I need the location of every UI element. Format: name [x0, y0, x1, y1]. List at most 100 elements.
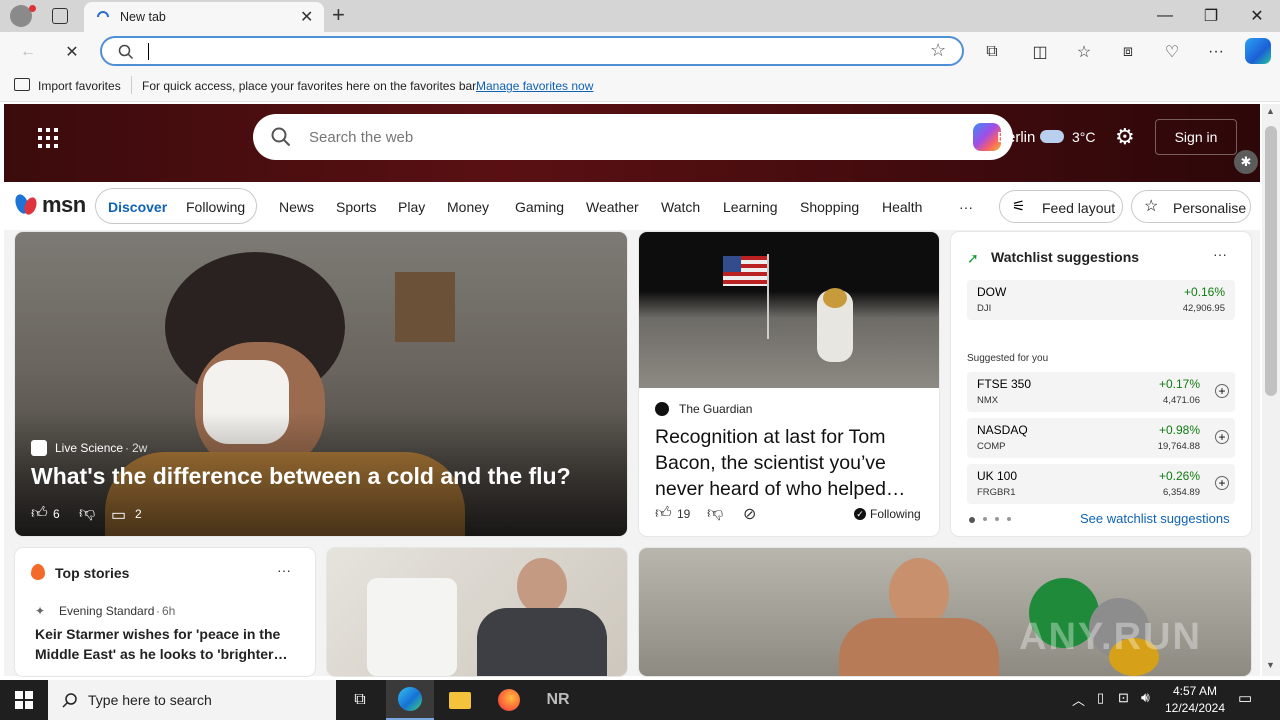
browser-essentials-icon[interactable]: ♡: [1160, 40, 1184, 64]
minimize-icon[interactable]: —: [1142, 0, 1188, 32]
favorite-star-icon[interactable]: ☆: [930, 40, 946, 61]
msn-header: Search the web Berlin 3°C ⚙ Sign in ✱: [4, 104, 1260, 182]
tab-new[interactable]: New tab ✕: [84, 2, 324, 32]
task-view-icon[interactable]: ⧉: [336, 680, 384, 720]
firefox-icon[interactable]: [485, 680, 533, 720]
restore-icon[interactable]: ❐: [1188, 0, 1234, 32]
stop-loading-icon[interactable]: ✕: [60, 40, 84, 64]
nr-app-icon[interactable]: NR: [534, 680, 582, 720]
comments-off-icon[interactable]: ⊘: [743, 504, 756, 524]
nav-learning[interactable]: Learning: [723, 199, 778, 215]
top-story-headline[interactable]: Keir Starmer wishes for 'peace in the Mi…: [35, 624, 301, 664]
new-tab-icon[interactable]: +: [332, 2, 345, 28]
stairlift-story-card[interactable]: [327, 548, 627, 676]
watchlist-row[interactable]: NASDAQ COMP +0.98% 19,764.88 +: [967, 418, 1235, 458]
back-icon[interactable]: ←: [16, 40, 40, 64]
comment-icon[interactable]: ▭: [111, 505, 126, 525]
sign-in-button[interactable]: Sign in: [1155, 119, 1237, 155]
msn-logo-text[interactable]: msn: [42, 192, 86, 218]
app-launcher-icon[interactable]: [38, 128, 58, 148]
top-story-source[interactable]: Evening Standard: [59, 604, 154, 618]
notifications-icon[interactable]: ▭: [1238, 689, 1252, 707]
weather-city[interactable]: Berlin: [997, 129, 1035, 146]
taskbar-search-placeholder: Type here to search: [88, 692, 212, 708]
thumbs-up-icon[interactable]: 👍︎: [655, 504, 672, 523]
nav-gaming[interactable]: Gaming: [515, 199, 564, 215]
web-search-box[interactable]: Search the web: [253, 114, 1013, 160]
top-stories-more-icon[interactable]: ···: [277, 562, 291, 578]
gym-story-card[interactable]: ANY.RUN: [639, 548, 1251, 676]
taskbar-search-box[interactable]: Type here to search: [48, 680, 336, 720]
watchlist-row[interactable]: FTSE 350 NMX +0.17% 4,471.06 +: [967, 372, 1235, 412]
watchlist-row-main[interactable]: DOW DJI +0.16% 42,906.95: [967, 280, 1235, 320]
guardian-headline[interactable]: Recognition at last for Tom Bacon, the s…: [655, 424, 931, 502]
following-label[interactable]: Following: [870, 507, 921, 521]
windows-start-icon[interactable]: [0, 680, 48, 720]
collections-icon[interactable]: ⧈: [1116, 40, 1140, 64]
add-to-watchlist-icon[interactable]: +: [1215, 476, 1229, 490]
nav-health[interactable]: Health: [882, 199, 922, 215]
copilot-icon[interactable]: [1245, 38, 1271, 64]
add-to-watchlist-icon[interactable]: +: [1215, 430, 1229, 444]
weather-temperature[interactable]: 3°C: [1072, 129, 1096, 145]
stock-value: 4,471.06: [1163, 395, 1200, 406]
background-theme-icon[interactable]: ✱: [1234, 150, 1258, 174]
hero-headline[interactable]: What's the difference between a cold and…: [31, 463, 571, 490]
window-close-icon[interactable]: ✕: [1234, 0, 1280, 32]
nav-shopping[interactable]: Shopping: [800, 199, 859, 215]
stock-name: DOW: [977, 285, 1007, 299]
manage-favorites-link[interactable]: Manage favorites now: [476, 79, 593, 93]
page-scrollbar[interactable]: ▲ ▼: [1262, 104, 1280, 676]
split-screen-icon[interactable]: ◫: [1028, 40, 1052, 64]
nav-more-icon[interactable]: ···: [959, 199, 973, 215]
nav-news[interactable]: News: [279, 199, 314, 215]
carousel-dots[interactable]: [969, 517, 1013, 523]
nav-sports[interactable]: Sports: [336, 199, 376, 215]
network-icon[interactable]: ⊡: [1118, 690, 1129, 706]
edge-taskbar-icon[interactable]: [386, 680, 434, 720]
nav-weather[interactable]: Weather: [586, 199, 639, 215]
tab-following[interactable]: Following: [186, 199, 245, 215]
loading-spinner-icon: [97, 11, 109, 18]
tab-close-icon[interactable]: ✕: [300, 7, 313, 27]
favorites-icon[interactable]: ☆: [1072, 40, 1096, 64]
stock-value: 42,906.95: [1182, 303, 1225, 314]
stock-change: +0.26%: [1158, 469, 1200, 483]
nav-watch[interactable]: Watch: [661, 199, 700, 215]
scrollbar-thumb[interactable]: [1265, 126, 1277, 396]
watchlist-card: ➚ Watchlist suggestions ··· DOW DJI +0.1…: [951, 232, 1251, 536]
clock-date[interactable]: 12/24/2024: [1162, 701, 1228, 715]
watchlist-row[interactable]: UK 100 FRGBR1 +0.26% 6,354.89 +: [967, 464, 1235, 504]
top-story-dot: ·: [156, 604, 160, 618]
file-explorer-icon[interactable]: [436, 680, 484, 720]
add-to-watchlist-icon[interactable]: +: [1215, 384, 1229, 398]
thumbs-up-icon[interactable]: 👍︎: [31, 504, 48, 523]
nav-money[interactable]: Money: [447, 199, 489, 215]
hero-story-card[interactable]: Live Science · 2w What's the difference …: [15, 232, 627, 536]
address-bar[interactable]: ☆: [100, 36, 964, 66]
guardian-source[interactable]: The Guardian: [679, 402, 752, 416]
tab-discover[interactable]: Discover: [108, 199, 167, 215]
see-watchlist-link[interactable]: See watchlist suggestions: [1080, 511, 1230, 526]
gear-icon[interactable]: ⚙: [1115, 124, 1135, 150]
thumbs-down-icon[interactable]: 👎︎: [707, 504, 723, 523]
hero-source[interactable]: Live Science: [55, 441, 123, 455]
thumbs-down-icon[interactable]: 👎︎: [79, 504, 95, 523]
show-hidden-icons[interactable]: ︿: [1072, 690, 1085, 709]
personalise-button[interactable]: ☆ Personalise: [1131, 190, 1251, 223]
volume-icon[interactable]: 🔊︎: [1141, 689, 1150, 706]
nav-play[interactable]: Play: [398, 199, 425, 215]
extensions-icon[interactable]: ⧉: [980, 40, 1004, 64]
stock-ticker: DJI: [977, 303, 992, 314]
trend-up-icon: ➚: [967, 250, 979, 266]
feed-layout-button[interactable]: ⚟ Feed layout: [999, 190, 1123, 223]
settings-more-icon[interactable]: ···: [1204, 40, 1228, 64]
clock-time[interactable]: 4:57 AM: [1165, 684, 1225, 698]
watchlist-more-icon[interactable]: ···: [1213, 246, 1227, 262]
device-icon[interactable]: ▯: [1097, 690, 1104, 706]
evening-standard-logo-icon: ✦: [35, 604, 46, 618]
guardian-story-card[interactable]: The Guardian Recognition at last for Tom…: [639, 232, 939, 536]
tab-actions-icon[interactable]: [52, 8, 68, 24]
msn-butterfly-logo-icon[interactable]: [12, 192, 40, 218]
import-favorites-button[interactable]: Import favorites: [38, 79, 121, 93]
